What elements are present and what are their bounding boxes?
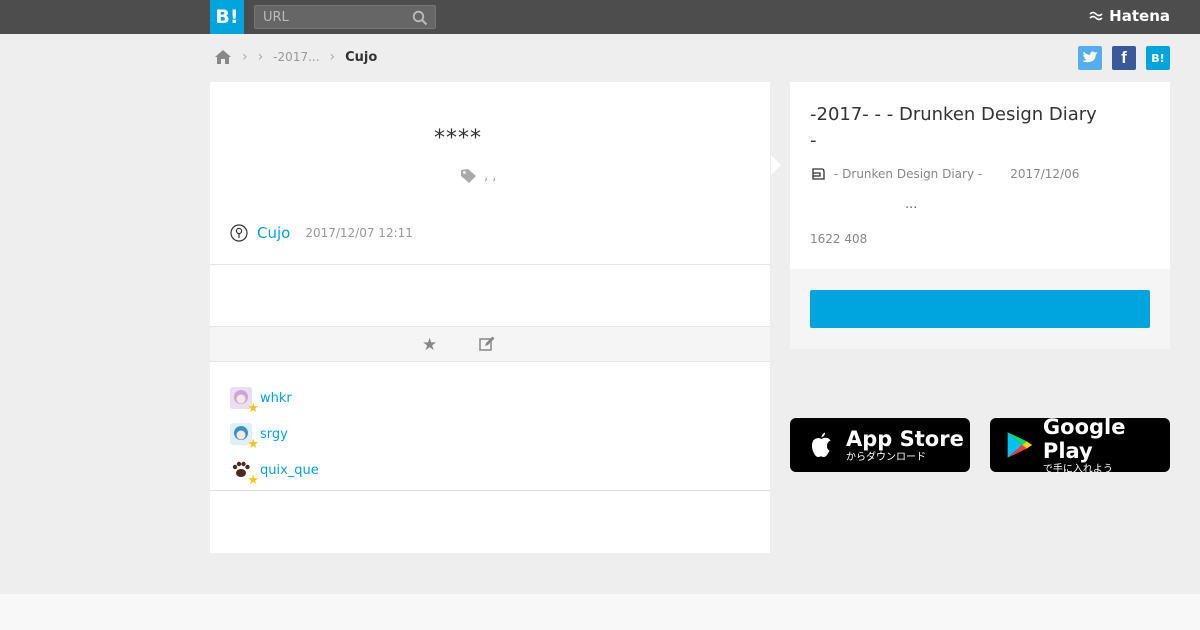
breadcrumb: › › -2017... › Cujo	[214, 46, 377, 68]
star-user: ★ whkr	[230, 380, 319, 416]
google-play-badge[interactable]: Google Play で手に入れよう	[990, 414, 1170, 475]
facebook-share-button[interactable]: f	[1112, 46, 1136, 70]
search-icon[interactable]	[412, 10, 428, 26]
entry-title-line: -	[810, 130, 817, 151]
user-avatar[interactable]: ★	[230, 387, 259, 416]
hatena-brand-text: Hatena	[1109, 7, 1170, 25]
user-avatar[interactable]: ★	[230, 459, 259, 488]
bookmark-comment: ****	[434, 126, 482, 151]
star-username-link[interactable]: srgy	[260, 427, 288, 442]
apple-icon	[811, 432, 831, 457]
hatena-bookmark-share-button[interactable]: B!	[1146, 46, 1170, 70]
app-store-title: App Store	[846, 426, 964, 451]
card-pointer	[771, 155, 781, 175]
breadcrumb-entry-link[interactable]: -2017...	[273, 50, 319, 64]
entry-site-link[interactable]: - Drunken Design Diary -	[834, 167, 982, 181]
star-user: ★ quix_que	[230, 452, 319, 488]
star-username-link[interactable]: whkr	[260, 391, 292, 406]
divider	[210, 264, 770, 265]
star-username-link[interactable]: quix_que	[260, 463, 319, 478]
site-favicon-icon	[812, 168, 825, 180]
entry-date: 2017/12/06	[1010, 167, 1080, 181]
entry-title-line: -2017- - - Drunken Design Diary	[810, 104, 1097, 125]
home-icon[interactable]	[214, 49, 232, 65]
app-store-badge[interactable]: App Store からダウンロード	[790, 418, 970, 472]
entry-meta: - Drunken Design Diary - 2017/12/06	[810, 166, 1079, 182]
user-avatar[interactable]: ★	[230, 423, 259, 452]
chevron-right-icon: ›	[257, 49, 264, 65]
hatena-bookmark-icon: B!	[1151, 51, 1165, 65]
star-icon: ★	[247, 473, 259, 488]
chevron-right-icon: ›	[242, 49, 248, 65]
twitter-icon	[1082, 51, 1098, 63]
star-list: ★ whkr ★ srgy ★ quix_que	[230, 380, 319, 488]
entry-excerpt: ...	[905, 197, 918, 212]
entry-bookmark-count[interactable]: 1622 408	[810, 232, 867, 246]
star-user: ★ srgy	[230, 416, 319, 452]
page-footer	[0, 594, 1200, 630]
hatena-mark-icon	[1089, 11, 1103, 21]
comment-author: Cujo 2017/12/07 12:11	[230, 224, 413, 242]
google-play-title: Google Play	[1042, 414, 1126, 463]
google-play-subtitle: で手に入れよう	[1042, 463, 1113, 475]
divider	[210, 490, 770, 491]
bookmark-entry-button[interactable]	[810, 290, 1150, 328]
search-box	[254, 5, 436, 29]
comment-timestamp[interactable]: 2017/12/07 12:11	[305, 226, 413, 240]
hatena-brand-link[interactable]: Hatena	[1089, 7, 1170, 25]
add-star-button[interactable]: ★	[422, 335, 437, 355]
facebook-icon: f	[1121, 48, 1127, 67]
twitter-share-button[interactable]	[1078, 46, 1102, 70]
edit-icon[interactable]	[478, 335, 496, 353]
tag-list[interactable]: , ,	[484, 169, 496, 184]
star-icon: ★	[247, 437, 259, 452]
app-store-subtitle: からダウンロード	[846, 451, 926, 463]
top-bar: B! Hatena	[0, 0, 1200, 34]
user-avatar-icon[interactable]	[230, 224, 248, 242]
entry-title-link[interactable]: -2017- - - Drunken Design Diary -	[810, 102, 1120, 154]
chevron-right-icon: ›	[329, 49, 336, 65]
hatena-bookmark-logo[interactable]: B!	[210, 0, 244, 34]
breadcrumb-current: Cujo	[345, 49, 378, 65]
google-play-icon	[1007, 432, 1033, 458]
tag-icon	[461, 169, 476, 183]
entry-info-card: -2017- - - Drunken Design Diary - - Drun…	[790, 82, 1170, 269]
comment-tags: , ,	[460, 168, 496, 184]
star-icon: ★	[247, 401, 259, 416]
entry-actions	[790, 269, 1170, 349]
url-search-input[interactable]	[255, 6, 405, 28]
bookmark-comment-card: **** , , Cujo 2017/12/07 12:11 ★ ★ whkr …	[210, 82, 770, 553]
comment-actions-bar: ★	[210, 326, 770, 362]
comment-username-link[interactable]: Cujo	[257, 224, 290, 242]
